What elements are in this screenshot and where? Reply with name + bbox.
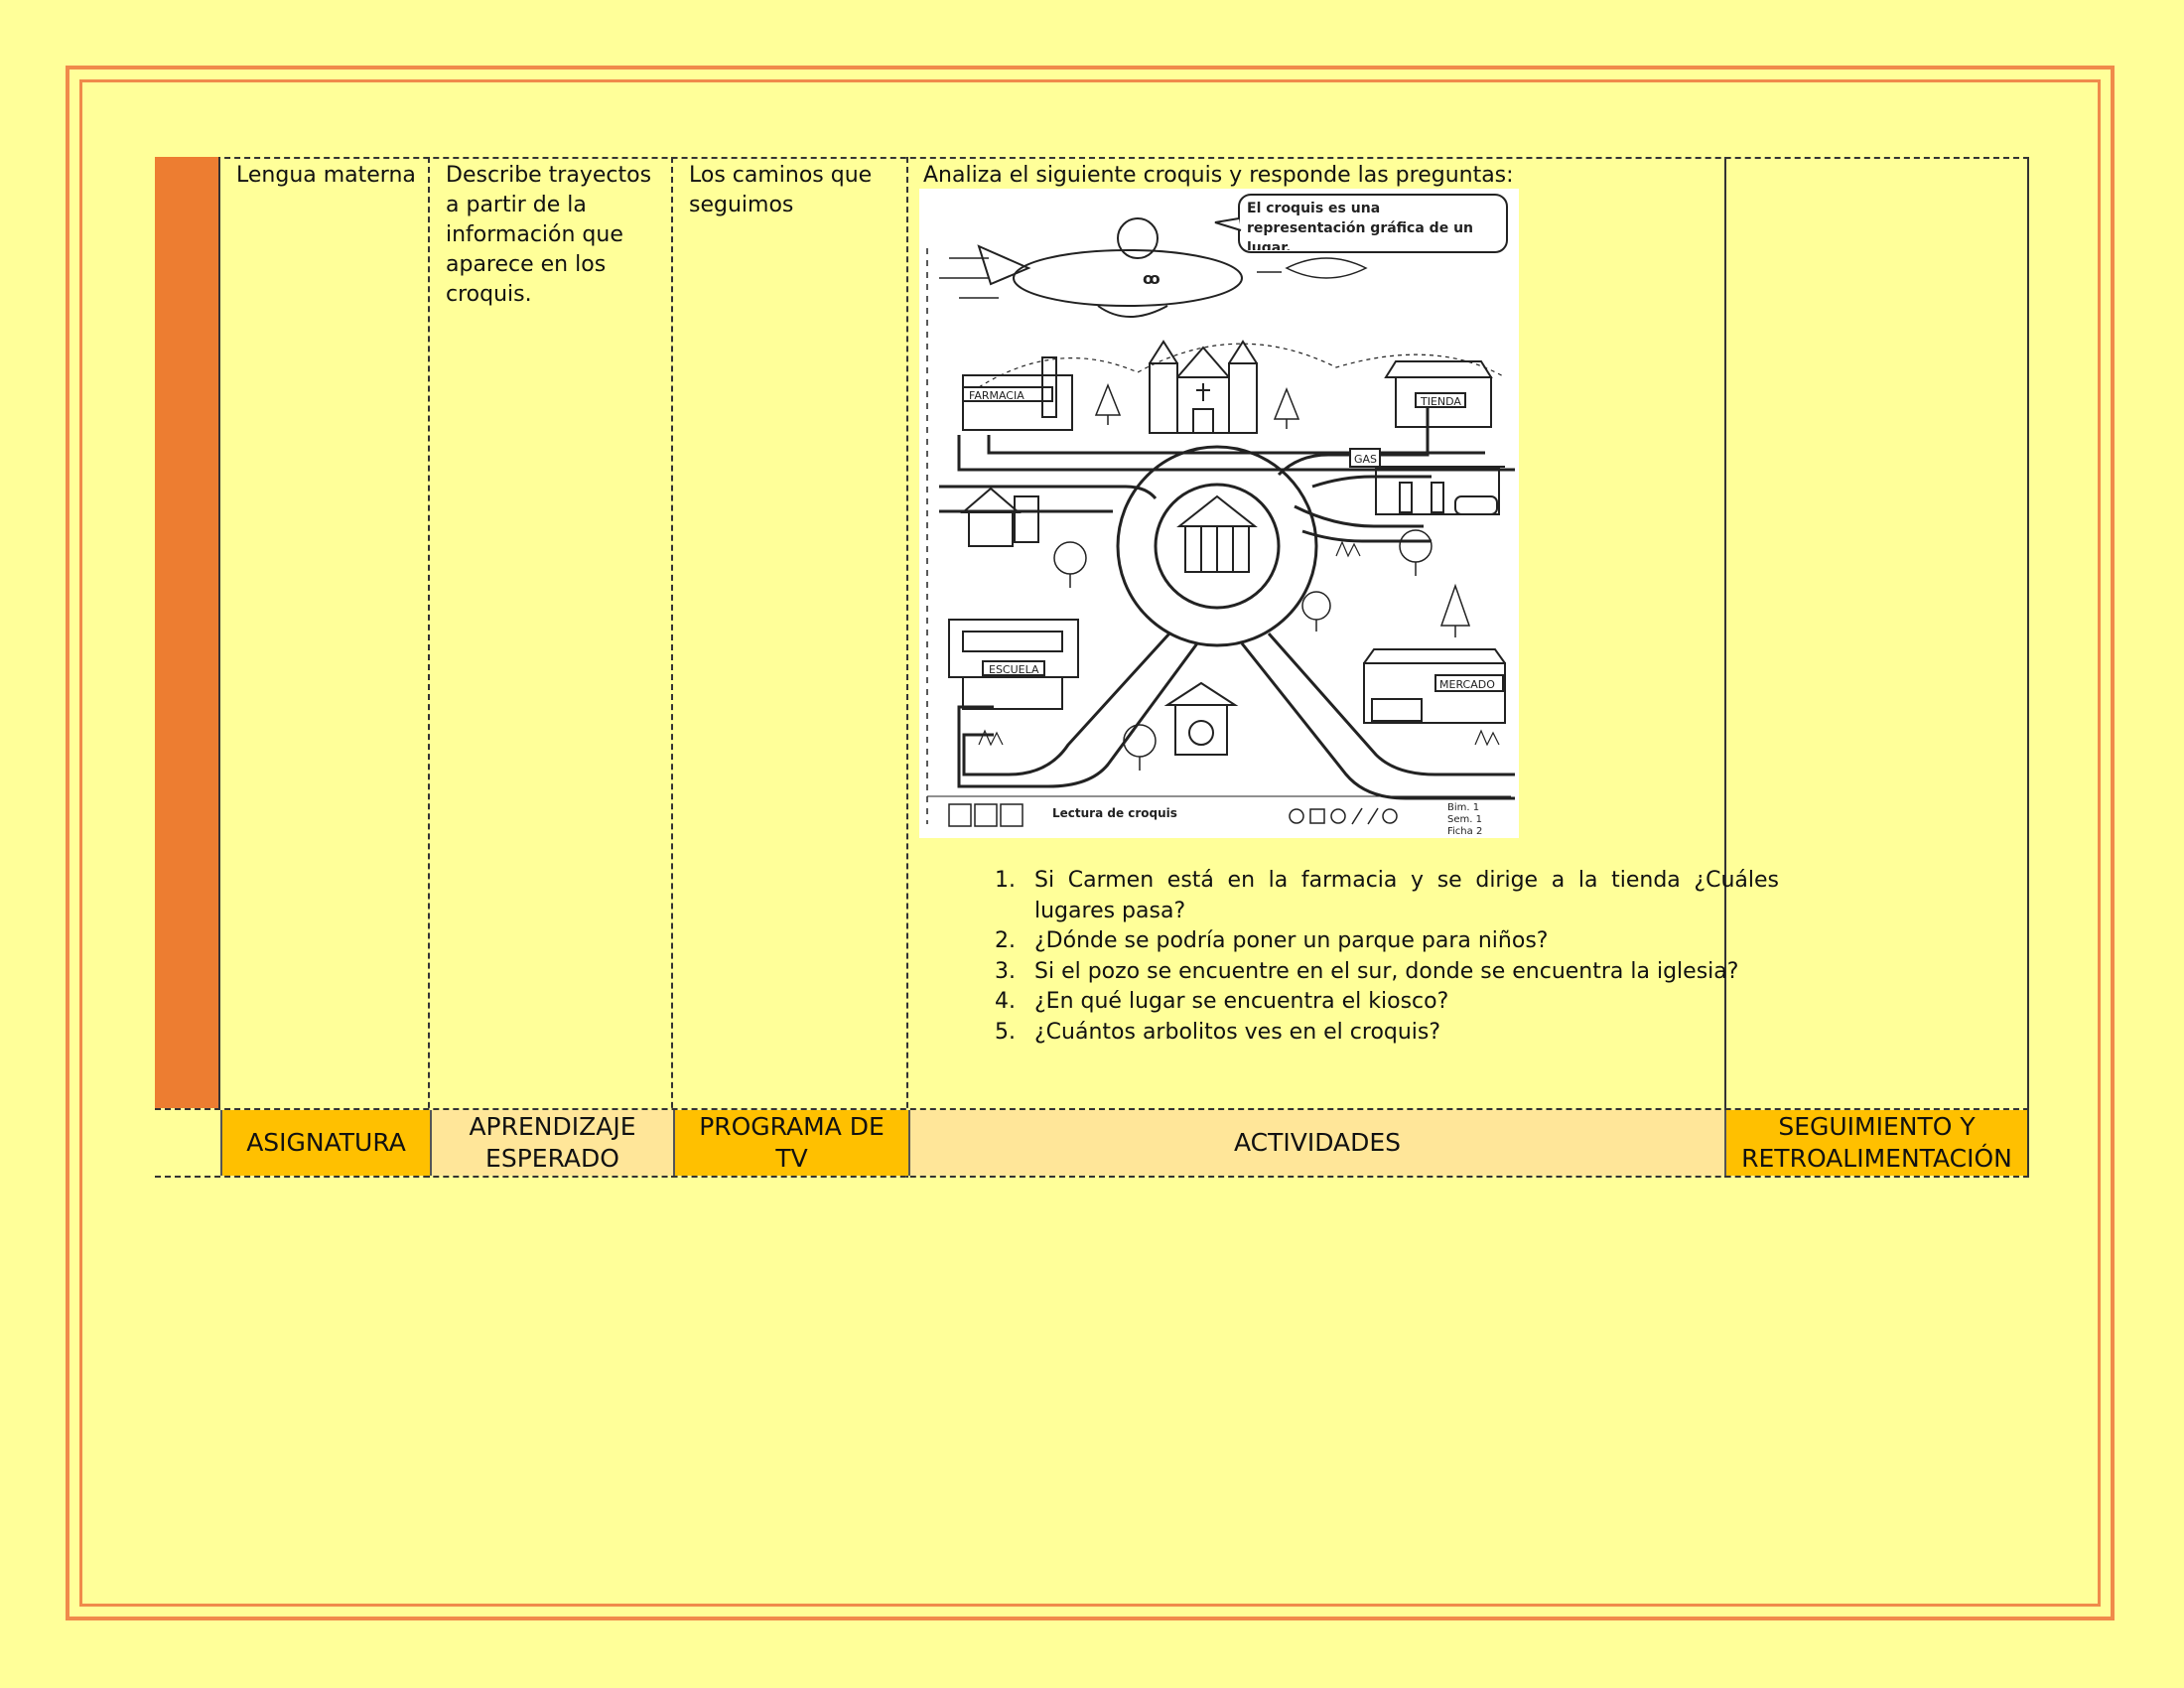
tree-icon [1053, 382, 1471, 771]
header-aprendizaje: APRENDIZAJE ESPERADO [430, 1110, 673, 1176]
header-seguimiento: SEGUIMIENTO Y RETROALIMENTACIÓN [1724, 1110, 2029, 1176]
cell-seguimiento [1727, 157, 2025, 165]
question-item: Si Carmen está en la farmacia y se dirig… [1023, 866, 1779, 926]
col-sep-5 [2027, 157, 2029, 1178]
question-item: ¿Cuántos arbolitos ves en el croquis? [1023, 1018, 1779, 1049]
tienda-building: TIENDA [1384, 360, 1493, 428]
table-bottom-line [155, 1176, 2029, 1178]
pozo-icon [1163, 681, 1239, 756]
question-item: ¿En qué lugar se encuentra el kiosco? [1023, 987, 1779, 1018]
cell-programa: Los caminos que seguimos [689, 163, 873, 217]
mercado-label: MERCADO [1439, 678, 1495, 691]
col-sep-3 [673, 157, 908, 1178]
tienda-label: TIENDA [1420, 395, 1461, 408]
header-actividades: ACTIVIDADES [908, 1110, 1724, 1176]
cell-aprendizaje: Describe trayectos a partir de la inform… [446, 163, 652, 307]
col-sep-1 [220, 157, 430, 1178]
croquis-footer-title: Lectura de croquis [1052, 806, 1177, 820]
side-color-bar [155, 157, 220, 1108]
escuela-label: ESCUELA [989, 663, 1039, 676]
kiosk-icon [1176, 494, 1258, 573]
footer-icons [948, 803, 1024, 827]
header-asignatura: ASIGNATURA [220, 1110, 430, 1176]
mercado-building: MERCADO [1363, 648, 1506, 724]
farmacia-label: FARMACIA [969, 389, 1024, 402]
footer-sem: Sem. 1 [1447, 814, 1482, 825]
header-programa: PROGRAMA DE TV [673, 1110, 908, 1176]
church-building [1149, 340, 1258, 434]
footer-bim: Bim. 1 [1447, 802, 1479, 813]
gas-label: GAS [1354, 453, 1377, 466]
questions-list: Si Carmen está en la farmacia y se dirig… [953, 866, 1779, 1048]
house-icon [960, 487, 1039, 547]
question-item: ¿Dónde se podría poner un parque para ni… [1023, 926, 1779, 957]
plane-icon: ꝏ [939, 217, 1243, 318]
question-item: Si el pozo se encuentre en el sur, donde… [1023, 957, 1779, 988]
gas-station: GAS [1349, 448, 1505, 515]
croquis-image: ꝏ El croquis es una representación gráfi… [919, 189, 1519, 838]
cell-asignatura: Lengua materna [236, 163, 416, 188]
footer-tools-icons [1289, 807, 1398, 825]
svg-text:ꝏ: ꝏ [1143, 269, 1160, 288]
footer-ficha: Ficha 2 [1447, 826, 1482, 837]
escuela-building: ESCUELA [948, 619, 1079, 710]
croquis-speech: El croquis es una representación gráfica… [1247, 201, 1474, 250]
